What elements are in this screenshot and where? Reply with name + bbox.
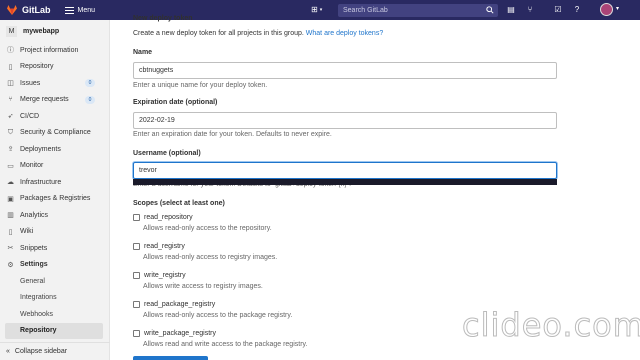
monitor-icon: ▭ <box>7 162 14 170</box>
scope-read-repository[interactable]: read_repository <box>133 214 193 221</box>
expiration-date-field[interactable]: 2022-02-19 <box>133 112 557 129</box>
hamburger-icon <box>64 5 74 16</box>
sidebar-item-deployments[interactable]: ⇪ Deployments <box>0 141 109 158</box>
wiki-icon: ▯ <box>8 228 13 236</box>
sidebar-item-label: Infrastructure <box>20 178 62 186</box>
autocomplete-dropdown[interactable] <box>133 179 557 185</box>
sidebar-item-ci-cd[interactable]: ➶ CI/CD <box>0 108 109 125</box>
username-field[interactable]: trevor <box>133 162 557 179</box>
sidebar-item-security[interactable]: ⛉ Security & Compliance <box>0 125 109 142</box>
menu-button[interactable]: Menu <box>64 5 96 16</box>
menu-label: Menu <box>77 6 96 14</box>
name-label: Name <box>133 49 153 56</box>
scope-label: write_registry <box>144 272 186 279</box>
package-icon: ▣ <box>7 195 14 203</box>
merge-requests-count-badge: 0 <box>85 95 95 104</box>
collapse-sidebar-label: Collapse sidebar <box>14 348 68 355</box>
scope-label: read_repository <box>144 214 193 221</box>
write-registry-checkbox[interactable] <box>133 272 140 279</box>
issues-icon: ◫ <box>7 80 14 88</box>
sidebar-item-label: Packages & Registries <box>20 195 91 203</box>
info-icon: ⓘ <box>7 47 14 55</box>
scope-label: read_registry <box>144 243 185 250</box>
scope-help: Allows write access to registry images. <box>143 283 263 290</box>
gitlab-logo[interactable]: GitLab <box>6 4 51 16</box>
sidebar-item-label: Security & Compliance <box>20 129 91 137</box>
sidebar-item-analytics[interactable]: ▥ Analytics <box>0 207 109 224</box>
deploy-tokens-help-link[interactable]: What are deploy tokens? <box>306 30 383 37</box>
gear-icon: ⚙ <box>7 261 14 269</box>
chart-icon: ▥ <box>7 212 14 220</box>
sidebar-item-label: Settings <box>20 261 48 269</box>
scope-label: write_package_registry <box>144 330 216 337</box>
sidebar-item-merge-requests[interactable]: ⑂ Merge requests 0 <box>0 92 109 109</box>
sidebar-item-snippets[interactable]: ✂ Snippets <box>0 240 109 257</box>
scope-label: read_package_registry <box>144 301 216 308</box>
double-chevron-left-icon: « <box>6 348 10 355</box>
read-package-registry-checkbox[interactable] <box>133 301 140 308</box>
sidebar-item-label: Repository <box>20 63 54 71</box>
scope-read-package-registry[interactable]: read_package_registry <box>133 301 215 308</box>
rocket-icon: ➶ <box>7 113 14 121</box>
scope-write-package-registry[interactable]: write_package_registry <box>133 330 216 337</box>
sidebar-item-monitor[interactable]: ▭ Monitor <box>0 158 109 175</box>
sidebar-item-infrastructure[interactable]: ☁ Infrastructure <box>0 174 109 191</box>
sidebar-subitem-webhooks[interactable]: Webhooks <box>0 306 109 323</box>
issues-count-badge: 0 <box>85 79 95 87</box>
read-repository-checkbox[interactable] <box>133 214 140 221</box>
username-label: Username (optional) <box>133 150 201 157</box>
expiration-label: Expiration date (optional) <box>133 99 218 106</box>
intro-text: Create a new deploy token for all projec… <box>133 30 383 37</box>
sidebar-item-label: Analytics <box>20 211 49 219</box>
sidebar-subitem-repository[interactable]: Repository <box>5 322 103 339</box>
merge-request-icon: ⑂ <box>8 96 13 104</box>
section-title: New deploy token <box>133 15 193 22</box>
gitlab-logo-icon <box>7 5 17 15</box>
sidebar-item-label: Wiki <box>20 228 34 236</box>
sidebar-item-label: Snippets <box>20 244 48 252</box>
scope-help: Allows read-only access to registry imag… <box>143 254 278 261</box>
sidebar-project[interactable]: M mywebapp <box>0 20 109 42</box>
sidebar-item-packages[interactable]: ▣ Packages & Registries <box>0 191 109 208</box>
sidebar-subitem-integrations[interactable]: Integrations <box>0 290 109 307</box>
sidebar-item-settings[interactable]: ⚙ Settings <box>0 257 109 274</box>
project-avatar: M <box>6 25 17 37</box>
watermark: clideo.com <box>462 306 640 345</box>
expiration-help: Enter an expiration date for your token.… <box>133 131 332 138</box>
sidebar-item-label: Project information <box>20 46 79 54</box>
sidebar: M mywebapp ⓘ Project information ▯ Repos… <box>0 20 110 360</box>
sidebar-item-repository[interactable]: ▯ Repository <box>0 59 109 76</box>
sidebar-item-label: Issues <box>20 79 41 87</box>
create-deploy-token-button[interactable] <box>133 356 208 360</box>
sidebar-item-issues[interactable]: ◫ Issues 0 <box>0 75 109 92</box>
shield-icon: ⛉ <box>7 128 14 136</box>
name-field[interactable]: cbtnuggets <box>133 62 557 79</box>
scope-read-registry[interactable]: read_registry <box>133 243 185 250</box>
read-registry-checkbox[interactable] <box>133 243 140 250</box>
sidebar-item-label: CI/CD <box>20 112 40 120</box>
scope-help: Allows read-only access to the repositor… <box>143 225 272 232</box>
collapse-sidebar-button[interactable]: « Collapse sidebar <box>0 342 110 360</box>
sidebar-item-label: Merge requests <box>20 96 69 104</box>
project-name: mywebapp <box>23 27 60 35</box>
sidebar-item-label: Monitor <box>20 162 44 170</box>
book-icon: ▯ <box>8 63 13 71</box>
sidebar-item-wiki[interactable]: ▯ Wiki <box>0 224 109 241</box>
name-help: Enter a unique name for your deploy toke… <box>133 82 268 89</box>
deployments-icon: ⇪ <box>7 146 14 154</box>
app-name: GitLab <box>22 5 51 15</box>
scope-help: Allows read and write access to the pack… <box>143 341 308 348</box>
write-package-registry-checkbox[interactable] <box>133 330 140 337</box>
sidebar-item-label: Deployments <box>20 145 61 153</box>
scopes-label: Scopes (select at least one) <box>133 200 225 207</box>
intro-description: Create a new deploy token for all projec… <box>133 30 304 37</box>
snippet-icon: ✂ <box>7 245 14 253</box>
sidebar-item-project-information[interactable]: ⓘ Project information <box>0 42 109 59</box>
scope-help: Allows read-only access to the package r… <box>143 312 293 319</box>
cloud-icon: ☁ <box>7 179 14 187</box>
sidebar-subitem-general[interactable]: General <box>0 273 109 290</box>
scope-write-registry[interactable]: write_registry <box>133 272 186 279</box>
